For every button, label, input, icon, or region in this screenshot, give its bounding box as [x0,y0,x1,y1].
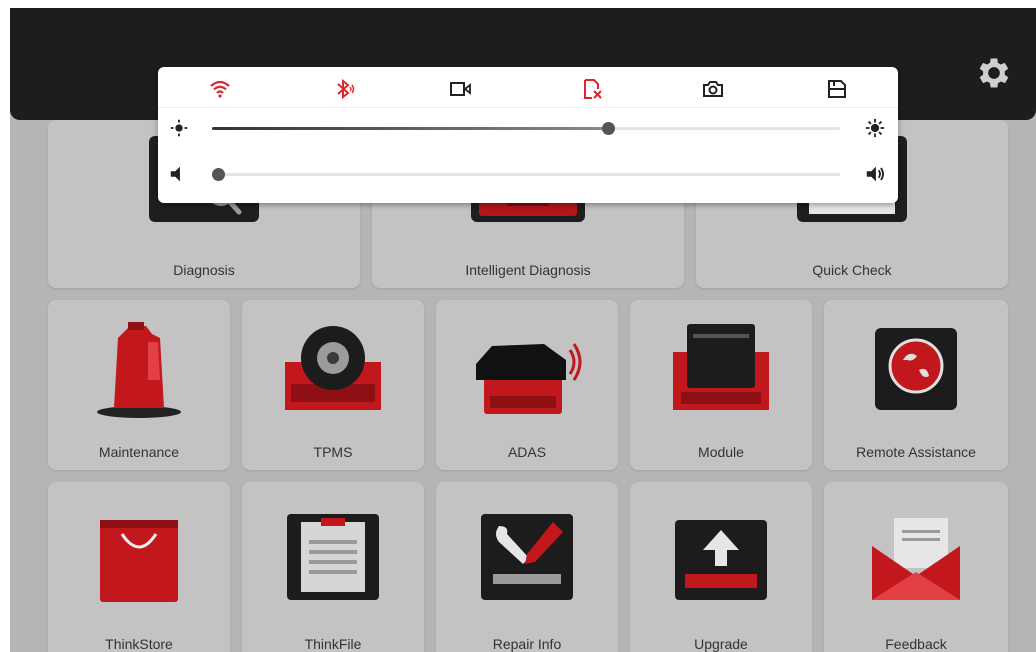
wrench-icon [479,512,575,607]
app-label: TPMS [313,444,353,460]
gear-icon[interactable] [974,53,1014,93]
remote-assistance-icon [873,326,959,417]
volume-slider-handle[interactable] [212,168,226,181]
clipboard-icon [285,512,381,607]
module-icon [669,322,773,423]
volume-high-icon [864,163,886,185]
app-tile-adas[interactable]: ADAS [436,300,618,470]
quick-settings-panel [158,67,898,203]
screen-capture-icon[interactable] [825,77,849,101]
tire-icon [281,322,385,423]
volume-slider[interactable] [212,168,840,181]
app-label: Maintenance [98,444,180,460]
bluetooth-icon[interactable] [332,77,356,101]
app-label: ThinkFile [304,636,362,652]
app-tile-remote-assistance[interactable]: Remote Assistance [824,300,1008,470]
app-label: ThinkStore [105,636,173,652]
brightness-slider[interactable] [212,122,840,135]
camera-icon[interactable] [701,77,725,101]
volume-low-icon [168,163,190,185]
brightness-slider-handle[interactable] [601,122,615,135]
envelope-icon [868,516,964,607]
upload-icon [671,518,771,607]
shopping-bag-icon [96,512,182,607]
app-label: Upgrade [694,636,748,652]
app-tile-repair-info[interactable]: Repair Info [436,482,618,652]
video-record-icon[interactable] [449,77,473,101]
app-label: Repair Info [492,636,562,652]
app-tile-tpms[interactable]: TPMS [242,300,424,470]
app-label: Remote Assistance [856,444,976,460]
app-tile-thinkfile[interactable]: ThinkFile [242,482,424,652]
app-label: Feedback [885,636,947,652]
app-tile-feedback[interactable]: Feedback [824,482,1008,652]
app-tile-module[interactable]: Module [630,300,812,470]
oil-can-icon [94,320,184,425]
app-label: Diagnosis [173,262,235,278]
app-tile-upgrade[interactable]: Upgrade [630,482,812,652]
panel-divider [158,107,898,108]
wifi-icon[interactable] [208,77,232,101]
brightness-low-icon [168,117,190,139]
brightness-high-icon [864,117,886,139]
car-sensor-icon [472,330,582,425]
app-label: ADAS [507,444,547,460]
sim-off-icon[interactable] [580,77,604,101]
app-label: Intelligent Diagnosis [465,262,591,278]
app-label: Quick Check [812,262,892,278]
app-label: Module [698,444,744,460]
app-tile-maintenance[interactable]: Maintenance [48,300,230,470]
brightness-fill [212,127,608,130]
app-tile-thinkstore[interactable]: ThinkStore [48,482,230,652]
